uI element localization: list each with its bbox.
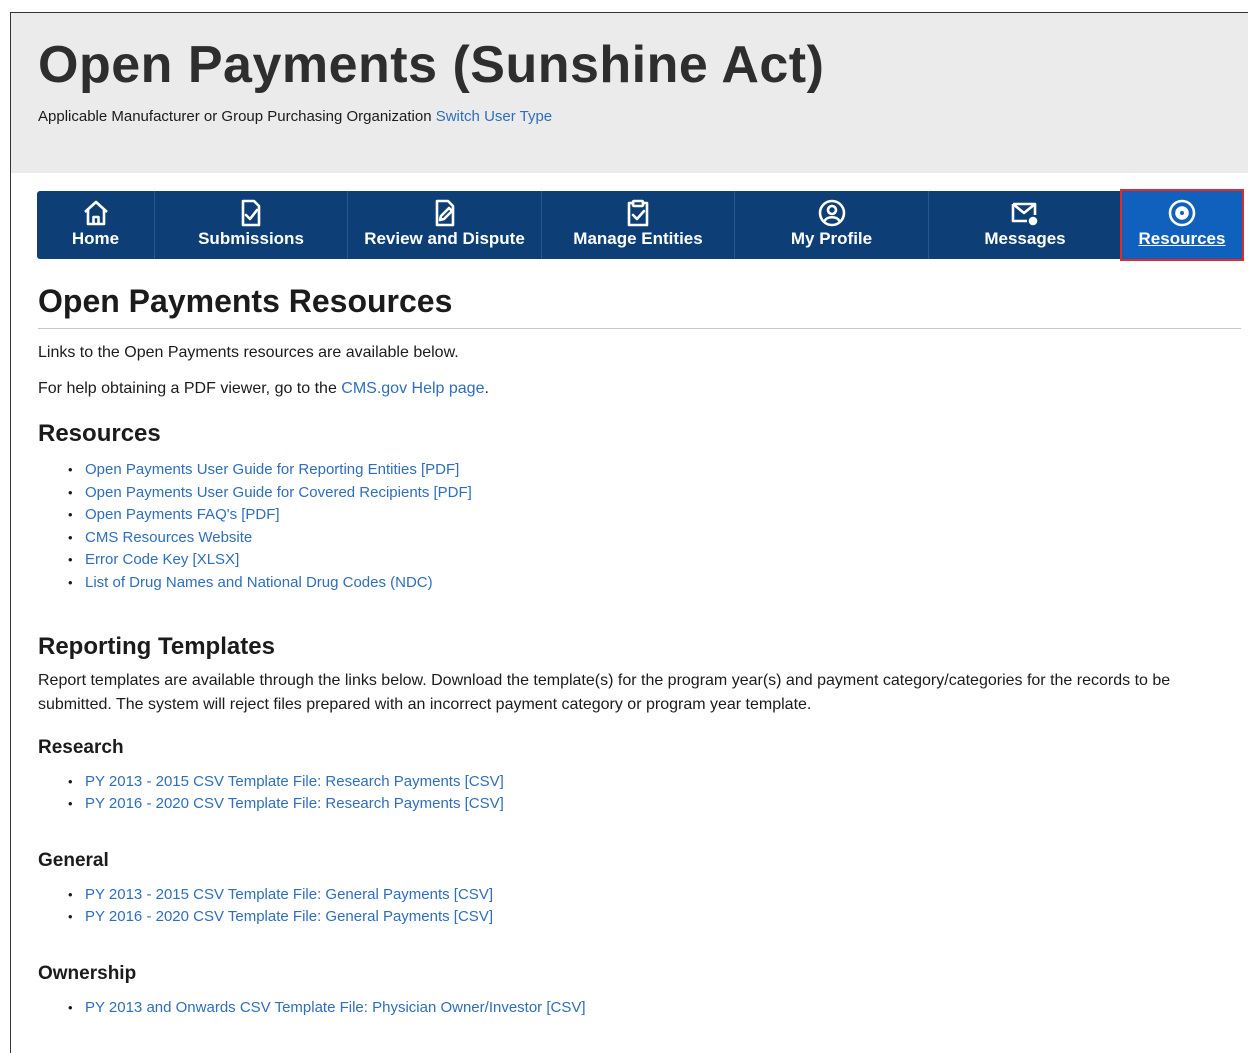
research-list: PY 2013 - 2015 CSV Template File: Resear… xyxy=(38,771,1241,816)
user-circle-icon xyxy=(818,199,845,227)
list-item: CMS Resources Website xyxy=(38,527,1241,550)
main-content: Open Payments Resources Links to the Ope… xyxy=(38,271,1241,1020)
site-title: Open Payments (Sunshine Act) xyxy=(38,36,825,94)
error-code-key-link[interactable]: Error Code Key [XLSX] xyxy=(85,551,239,568)
templates-heading: Reporting Templates xyxy=(38,632,275,660)
nav-label: My Profile xyxy=(790,229,873,248)
envelope-icon xyxy=(1011,202,1038,226)
research-heading: Research xyxy=(38,736,124,758)
intro-text: Links to the Open Payments resources are… xyxy=(38,344,459,361)
drug-names-link[interactable]: List of Drug Names and National Drug Cod… xyxy=(85,574,433,591)
cms-help-link[interactable]: CMS.gov Help page xyxy=(341,380,484,397)
nav-review-dispute[interactable]: Review and Dispute xyxy=(348,191,542,259)
page-frame: Open Payments (Sunshine Act) Applicable … xyxy=(10,12,1248,1053)
list-item: PY 2013 - 2015 CSV Template File: Resear… xyxy=(38,771,1241,794)
help-suffix: . xyxy=(484,380,489,397)
list-item: Open Payments User Guide for Reporting E… xyxy=(38,459,1241,482)
list-item: Open Payments User Guide for Covered Rec… xyxy=(38,482,1241,505)
cms-resources-link[interactable]: CMS Resources Website xyxy=(85,529,252,546)
nav-label: Messages xyxy=(984,229,1066,248)
user-guide-recipients-link[interactable]: Open Payments User Guide for Covered Rec… xyxy=(85,484,472,501)
nav-label: Submissions xyxy=(198,229,304,248)
ownership-list: PY 2013 and Onwards CSV Template File: P… xyxy=(38,997,1241,1020)
list-item: Error Code Key [XLSX] xyxy=(38,549,1241,572)
nav-resources[interactable]: Resources xyxy=(1120,189,1244,261)
help-text: For help obtaining a PDF viewer, go to t… xyxy=(38,377,1241,401)
nav-home[interactable]: Home xyxy=(37,191,155,259)
gear-circle-icon xyxy=(1168,199,1196,227)
help-prefix: For help obtaining a PDF viewer, go to t… xyxy=(38,380,342,397)
general-template-link[interactable]: PY 2016 - 2020 CSV Template File: Genera… xyxy=(85,908,493,925)
resources-heading: Resources xyxy=(38,420,161,447)
nav-label: Review and Dispute xyxy=(364,229,525,248)
nav-manage-entities[interactable]: Manage Entities xyxy=(542,191,735,259)
general-list: PY 2013 - 2015 CSV Template File: Genera… xyxy=(38,884,1241,929)
nav-label: Resources xyxy=(1138,229,1226,248)
list-item: PY 2013 - 2015 CSV Template File: Genera… xyxy=(38,884,1241,907)
page-title: Open Payments Resources xyxy=(38,283,1241,329)
list-item: PY 2016 - 2020 CSV Template File: Resear… xyxy=(38,793,1241,816)
user-type-label: Applicable Manufacturer or Group Purchas… xyxy=(38,108,432,125)
general-template-link[interactable]: PY 2013 - 2015 CSV Template File: Genera… xyxy=(85,886,493,903)
nav-messages[interactable]: Messages xyxy=(929,191,1122,259)
faq-link[interactable]: Open Payments FAQ's [PDF] xyxy=(85,506,280,523)
list-item: PY 2016 - 2020 CSV Template File: Genera… xyxy=(38,906,1241,929)
list-item: List of Drug Names and National Drug Cod… xyxy=(38,572,1241,595)
nav-label: Home xyxy=(71,229,120,248)
ownership-heading: Ownership xyxy=(38,962,137,984)
templates-text: Report templates are available through t… xyxy=(38,671,1171,713)
main-nav: Home Submissions Review and Dispute Mana… xyxy=(37,189,1244,261)
general-heading: General xyxy=(38,849,109,871)
user-guide-reporting-link[interactable]: Open Payments User Guide for Reporting E… xyxy=(85,461,459,478)
home-icon xyxy=(83,200,108,226)
user-type-line: Applicable Manufacturer or Group Purchas… xyxy=(38,108,552,125)
research-template-link[interactable]: PY 2013 - 2015 CSV Template File: Resear… xyxy=(85,773,504,790)
list-item: Open Payments FAQ's [PDF] xyxy=(38,504,1241,527)
research-template-link[interactable]: PY 2016 - 2020 CSV Template File: Resear… xyxy=(85,795,504,812)
nav-my-profile[interactable]: My Profile xyxy=(735,191,929,259)
switch-user-type-link[interactable]: Switch User Type xyxy=(436,108,552,125)
clipboard-check-icon xyxy=(627,199,649,227)
resources-list: Open Payments User Guide for Reporting E… xyxy=(38,459,1241,595)
submissions-icon xyxy=(241,199,261,227)
nav-label: Manage Entities xyxy=(573,229,703,248)
edit-document-icon xyxy=(435,199,454,227)
site-header: Open Payments (Sunshine Act) Applicable … xyxy=(11,13,1248,173)
ownership-template-link[interactable]: PY 2013 and Onwards CSV Template File: P… xyxy=(85,999,586,1016)
nav-submissions[interactable]: Submissions xyxy=(155,191,348,259)
list-item: PY 2013 and Onwards CSV Template File: P… xyxy=(38,997,1241,1020)
